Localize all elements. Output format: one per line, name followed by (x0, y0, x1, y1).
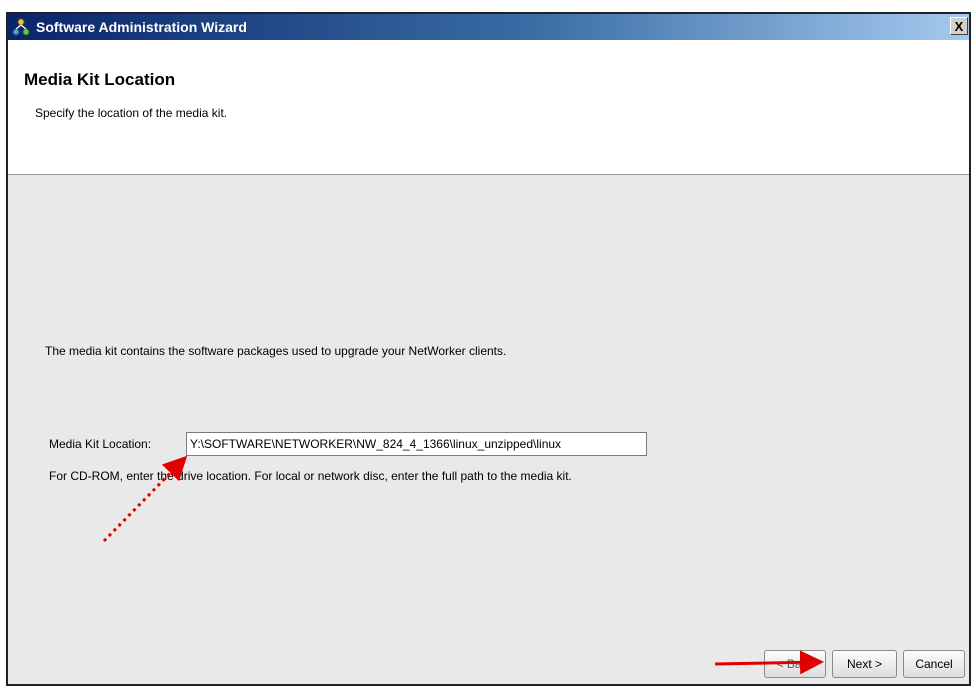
page-title: Media Kit Location (24, 70, 176, 89)
network-nodes-icon (12, 18, 30, 36)
back-button[interactable]: < Back (764, 650, 826, 678)
close-button[interactable]: X (950, 17, 968, 35)
window-title: Software Administration Wizard (36, 19, 247, 35)
page-subtitle: Specify the location of the media kit. (35, 106, 228, 120)
close-icon: X (954, 18, 964, 34)
next-button[interactable]: Next > (832, 650, 897, 678)
media-kit-location-label: Media Kit Location: (49, 437, 152, 451)
title-bar[interactable]: Software Administration Wizard X (8, 14, 969, 40)
cancel-button[interactable]: Cancel (903, 650, 965, 678)
media-kit-location-input[interactable] (186, 432, 647, 456)
header-panel: Media Kit Location Specify the location … (8, 40, 969, 175)
media-kit-description: The media kit contains the software pack… (45, 344, 507, 358)
wizard-window: Software Administration Wizard X Media K… (6, 12, 971, 686)
media-kit-location-hint: For CD-ROM, enter the drive location. Fo… (49, 469, 572, 483)
